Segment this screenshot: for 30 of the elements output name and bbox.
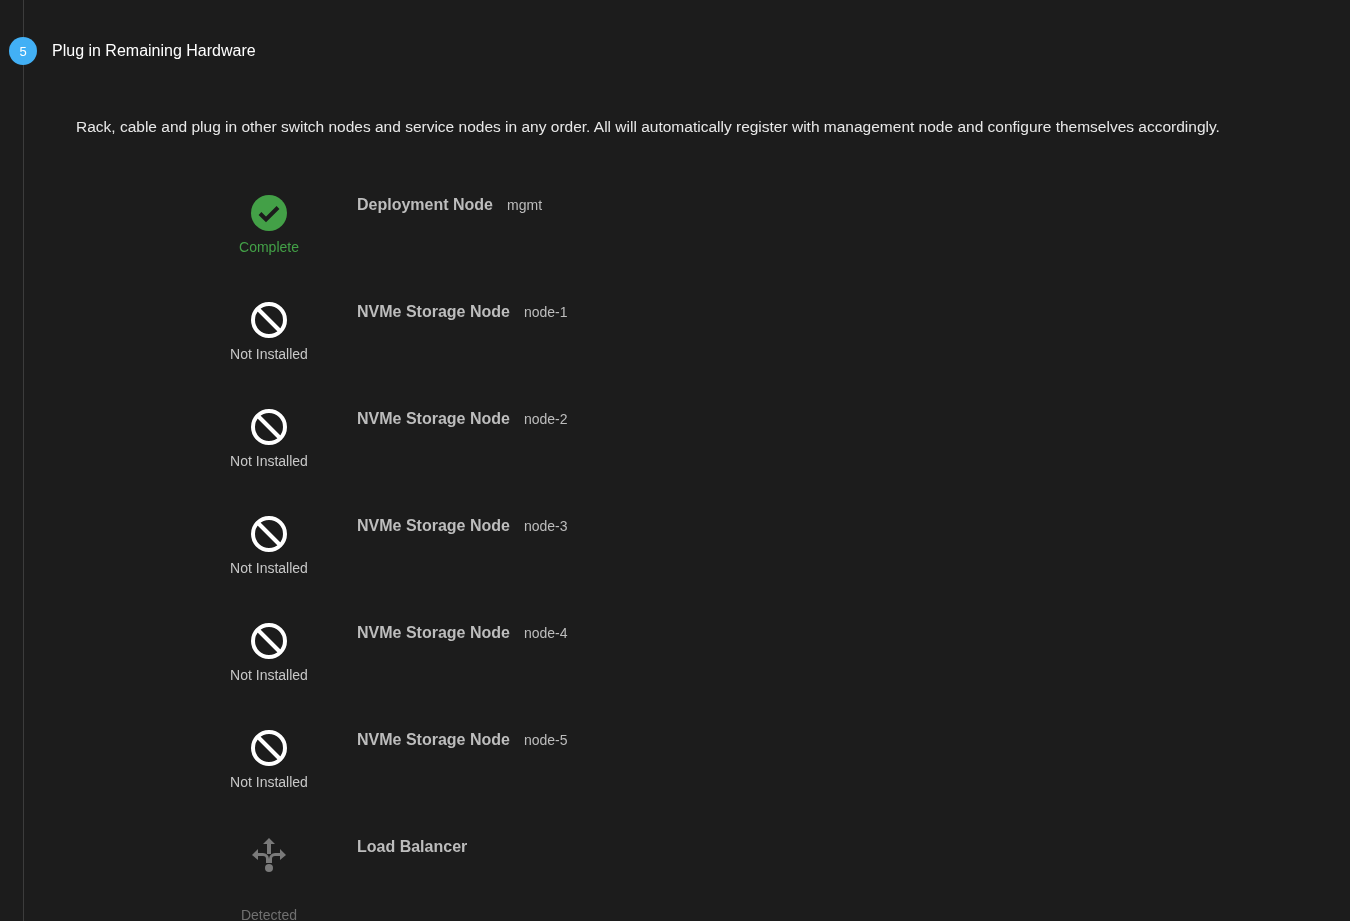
split-arrows-icon <box>251 837 287 873</box>
node-name: Load Balancer <box>357 838 468 856</box>
node-host: node-2 <box>523 411 568 427</box>
check-circle-icon <box>251 195 287 231</box>
prohibited-icon <box>251 409 287 445</box>
status-label: Detected <box>240 907 297 921</box>
status-label: Not Installed <box>230 774 308 790</box>
prohibited-icon <box>251 623 287 659</box>
node-name: NVMe Storage Node <box>357 303 510 321</box>
step-description: Rack, cable and plug in other switch nodes and service nodes in any order. All will automatically register with management node and configure themselves accordingly. <box>76 117 1221 137</box>
node-host: node-3 <box>523 518 568 534</box>
node-host: node-4 <box>523 625 568 641</box>
prohibited-icon <box>251 516 287 552</box>
node-name: NVMe Storage Node <box>357 731 510 749</box>
status-label: Not Installed <box>230 560 308 576</box>
step-number: 5 <box>9 37 37 65</box>
status-label: Not Installed <box>230 453 308 469</box>
node-name: NVMe Storage Node <box>357 624 510 642</box>
node-host: mgmt <box>507 197 542 213</box>
step-title: Plug in Remaining Hardware <box>52 42 256 60</box>
status-label: Not Installed <box>230 346 308 362</box>
status-label: Not Installed <box>230 667 308 683</box>
prohibited-icon <box>251 730 287 766</box>
node-name: NVMe Storage Node <box>357 410 510 428</box>
node-host: node-1 <box>523 304 568 320</box>
node-name: NVMe Storage Node <box>357 517 510 535</box>
node-name: Deployment Node <box>357 196 493 214</box>
status-label: Complete <box>239 239 299 255</box>
prohibited-icon <box>251 302 287 338</box>
node-host: node-5 <box>523 732 568 748</box>
